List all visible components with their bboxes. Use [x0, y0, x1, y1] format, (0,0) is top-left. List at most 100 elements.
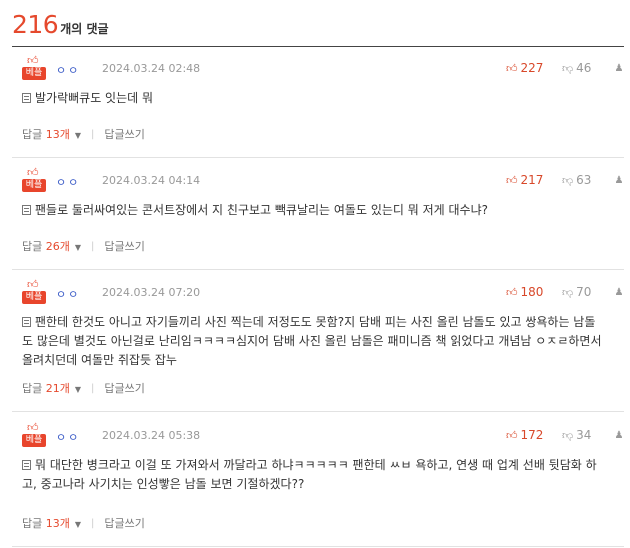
thumbs-up-icon: 👍︎ [27, 421, 39, 434]
downvote-button[interactable]: 👎︎ 70 [562, 285, 614, 299]
reply-count: 26개 [45, 240, 70, 253]
caret-down-icon: ▼ [74, 243, 82, 252]
thumbs-up-icon: 👍︎ [506, 173, 518, 187]
best-badge: 👍︎ 베플 [22, 421, 46, 448]
downvote-button[interactable]: 👎︎ 34 [562, 428, 614, 442]
report-icon[interactable]: ♟ [614, 175, 624, 186]
vote-group: 👍︎ 180 👎︎ 70 ♟ [506, 285, 624, 299]
comment-count-label: 개의 댓글 [60, 22, 109, 36]
comment-text-wrap: 뭐 대단한 병크라고 이걸 또 가져와서 까달라고 하냐ㅋㅋㅋㅋㅋ 팬한테 ㅆㅂ… [22, 456, 604, 494]
write-reply-link[interactable]: 답글쓰기 [104, 515, 144, 531]
reply-label: 답글 [22, 240, 43, 253]
thumbs-up-icon: 👍︎ [506, 428, 518, 442]
downvote-button[interactable]: 👎︎ 46 [562, 61, 614, 75]
comment-text-wrap: 팬들로 둘러싸여있는 콘서트장에서 지 친구보고 빽큐날리는 여돌도 있는디 뭐… [22, 201, 604, 220]
comment-footer: 답글 26개 ▼ | 답글쓰기 [22, 238, 145, 254]
write-reply-link[interactable]: 답글쓰기 [104, 126, 144, 142]
downvote-count: 70 [576, 285, 592, 299]
vote-group: 👍︎ 227 👎︎ 46 ♟ [506, 61, 624, 75]
caret-down-icon: ▼ [74, 385, 82, 394]
comment-text: 발가락뻐큐도 잇는데 뭐 [35, 91, 154, 105]
best-badge: 👍︎ 베플 [22, 278, 46, 305]
thumbs-up-icon: 👍︎ [27, 278, 39, 291]
comment-text-wrap: 발가락뻐큐도 잇는데 뭐 [22, 89, 604, 108]
upvote-button[interactable]: 👍︎ 172 [506, 428, 562, 442]
reply-toggle[interactable]: 답글 26개 ▼ [22, 238, 81, 254]
document-icon [22, 317, 31, 327]
thumbs-down-icon: 👎︎ [562, 61, 574, 75]
comment-date: 2024.03.24 02:48 [102, 62, 201, 75]
document-icon [22, 460, 31, 470]
reply-label: 답글 [22, 517, 43, 530]
reply-count: 13개 [45, 128, 70, 141]
comment-text: 팬한테 한것도 아니고 자기들끼리 사진 찍는데 저정도도 못함?지 담배 피는… [22, 315, 602, 367]
footer-divider: | [91, 382, 95, 394]
comment-author[interactable]: ㅇㅇ [56, 429, 80, 445]
caret-down-icon: ▼ [74, 520, 82, 529]
comment-author[interactable]: ㅇㅇ [56, 174, 80, 190]
comment-author[interactable]: ㅇㅇ [56, 286, 80, 302]
comment-item: 👍︎ 베플 ㅇㅇ 2024.03.24 04:14 👍︎ 217 👎︎ 63 ♟… [12, 159, 624, 270]
comment-header: 👍︎ 베플 ㅇㅇ 2024.03.24 02:48 👍︎ 227 👎︎ 46 ♟ [22, 54, 624, 81]
downvote-count: 63 [576, 173, 592, 187]
reply-toggle[interactable]: 답글 21개 ▼ [22, 380, 81, 396]
report-icon[interactable]: ♟ [614, 287, 624, 298]
comment-date: 2024.03.24 05:38 [102, 429, 201, 442]
comment-text: 뭐 대단한 병크라고 이걸 또 가져와서 까달라고 하냐ㅋㅋㅋㅋㅋ 팬한테 ㅆㅂ… [22, 458, 597, 491]
upvote-count: 180 [520, 285, 544, 299]
downvote-count: 46 [576, 61, 592, 75]
footer-divider: | [91, 128, 95, 140]
thumbs-down-icon: 👎︎ [562, 428, 574, 442]
comment-text-wrap: 팬한테 한것도 아니고 자기들끼리 사진 찍는데 저정도도 못함?지 담배 피는… [22, 313, 604, 370]
comment-count: 216 [12, 10, 59, 39]
comment-text: 팬들로 둘러싸여있는 콘서트장에서 지 친구보고 빽큐날리는 여돌도 있는디 뭐… [35, 203, 488, 217]
comment-item: 👍︎ 베플 ㅇㅇ 2024.03.24 05:38 👍︎ 172 👎︎ 34 ♟… [12, 414, 624, 547]
thumbs-up-icon: 👍︎ [506, 61, 518, 75]
document-icon [22, 205, 31, 215]
upvote-count: 217 [520, 173, 544, 187]
best-badge-label: 베플 [22, 179, 46, 192]
best-badge: 👍︎ 베플 [22, 166, 46, 193]
comment-author[interactable]: ㅇㅇ [56, 62, 80, 78]
reply-toggle[interactable]: 답글 13개 ▼ [22, 515, 81, 531]
upvote-count: 227 [520, 61, 544, 75]
report-icon[interactable]: ♟ [614, 63, 624, 74]
comment-date: 2024.03.24 04:14 [102, 174, 201, 187]
thumbs-down-icon: 👎︎ [562, 285, 574, 299]
best-badge-label: 베플 [22, 291, 46, 304]
best-badge-label: 베플 [22, 434, 46, 447]
comment-count-header: 216 개의 댓글 [12, 10, 109, 42]
thumbs-up-icon: 👍︎ [27, 166, 39, 179]
comment-item: 👍︎ 베플 ㅇㅇ 2024.03.24 02:48 👍︎ 227 👎︎ 46 ♟… [12, 47, 624, 158]
reply-toggle[interactable]: 답글 13개 ▼ [22, 126, 81, 142]
reply-label: 답글 [22, 128, 43, 141]
reply-count: 21개 [45, 382, 70, 395]
comment-date: 2024.03.24 07:20 [102, 286, 201, 299]
write-reply-link[interactable]: 답글쓰기 [104, 238, 144, 254]
comment-header: 👍︎ 베플 ㅇㅇ 2024.03.24 05:38 👍︎ 172 👎︎ 34 ♟ [22, 421, 624, 448]
report-icon[interactable]: ♟ [614, 430, 624, 441]
upvote-button[interactable]: 👍︎ 180 [506, 285, 562, 299]
thumbs-up-icon: 👍︎ [27, 54, 39, 67]
vote-group: 👍︎ 217 👎︎ 63 ♟ [506, 173, 624, 187]
upvote-button[interactable]: 👍︎ 227 [506, 61, 562, 75]
downvote-count: 34 [576, 428, 592, 442]
thumbs-down-icon: 👎︎ [562, 173, 574, 187]
reply-count: 13개 [45, 517, 70, 530]
caret-down-icon: ▼ [74, 131, 82, 140]
downvote-button[interactable]: 👎︎ 63 [562, 173, 614, 187]
thumbs-up-icon: 👍︎ [506, 285, 518, 299]
comment-footer: 답글 13개 ▼ | 답글쓰기 [22, 515, 145, 531]
best-badge-label: 베플 [22, 67, 46, 80]
comment-header: 👍︎ 베플 ㅇㅇ 2024.03.24 04:14 👍︎ 217 👎︎ 63 ♟ [22, 166, 624, 193]
comment-footer: 답글 21개 ▼ | 답글쓰기 [22, 380, 145, 396]
footer-divider: | [91, 517, 95, 529]
footer-divider: | [91, 240, 95, 252]
comment-header: 👍︎ 베플 ㅇㅇ 2024.03.24 07:20 👍︎ 180 👎︎ 70 ♟ [22, 278, 624, 305]
upvote-button[interactable]: 👍︎ 217 [506, 173, 562, 187]
vote-group: 👍︎ 172 👎︎ 34 ♟ [506, 428, 624, 442]
write-reply-link[interactable]: 답글쓰기 [104, 380, 144, 396]
upvote-count: 172 [520, 428, 544, 442]
comment-item: 👍︎ 베플 ㅇㅇ 2024.03.24 07:20 👍︎ 180 👎︎ 70 ♟… [12, 271, 624, 412]
reply-label: 답글 [22, 382, 43, 395]
